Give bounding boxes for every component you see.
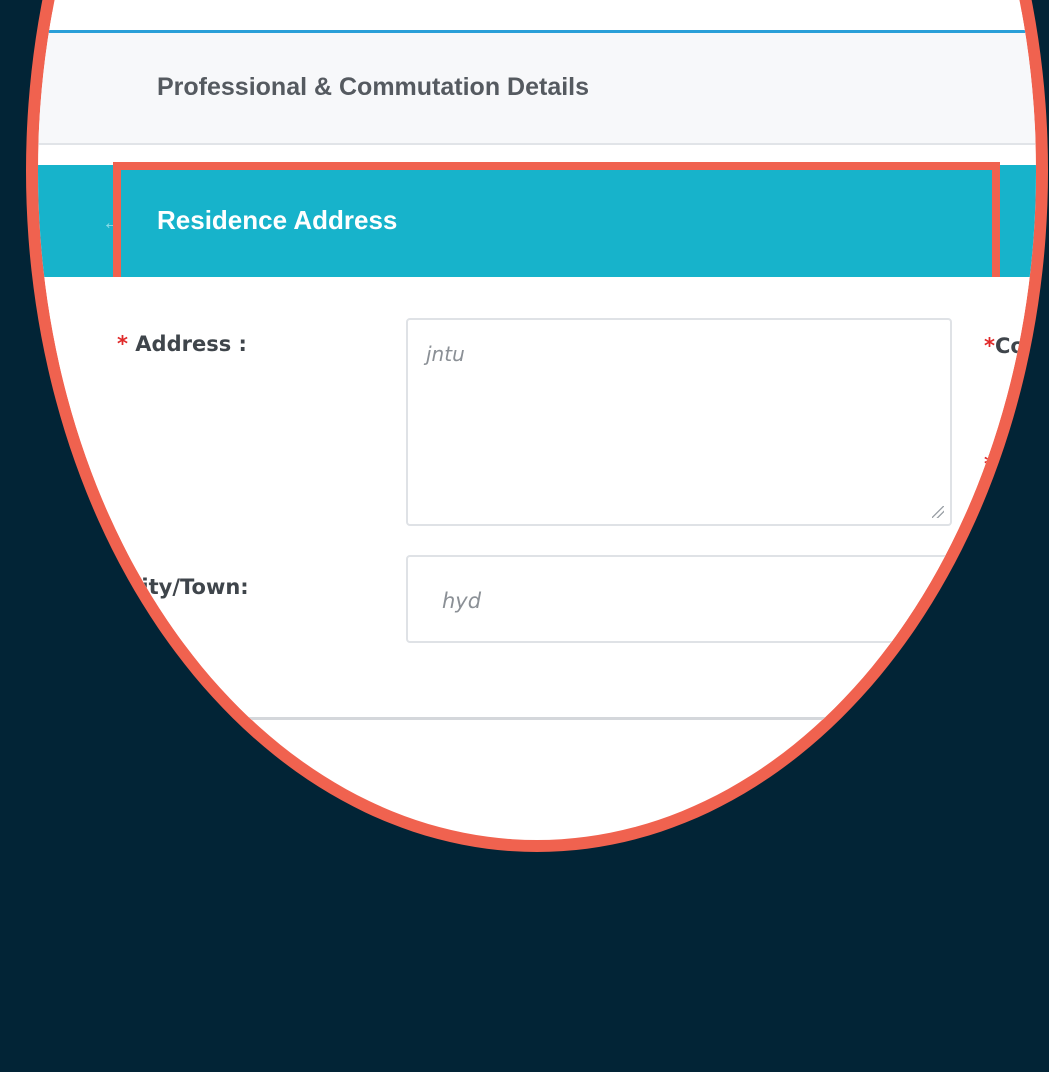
required-mark: * [117, 332, 128, 356]
address-textarea[interactable]: jntu [406, 318, 952, 526]
required-mark: * [115, 575, 126, 599]
required-mark: * [984, 334, 995, 358]
address-label: * Address : [117, 332, 247, 356]
country-label: *Co [984, 334, 1025, 358]
section-professional-commutation[interactable]: Professional & Commutation Details [38, 33, 1036, 145]
city-value: hyd [442, 589, 482, 613]
zoomed-form: Professional & Commutation Details ← Res… [38, 12, 1036, 840]
address-value: jntu [426, 342, 465, 366]
section-professional-title: Professional & Commutation Details [157, 73, 590, 101]
required-mark: * [984, 452, 995, 476]
zoom-lens: Professional & Commutation Details ← Res… [26, 0, 1048, 852]
top-strip [38, 12, 1036, 33]
city-input[interactable]: hyd [406, 555, 952, 643]
state-label: *St [984, 452, 1021, 476]
highlight-box [113, 162, 1000, 287]
resize-handle-icon[interactable] [932, 506, 944, 518]
city-label: *City/Town: [115, 575, 249, 599]
